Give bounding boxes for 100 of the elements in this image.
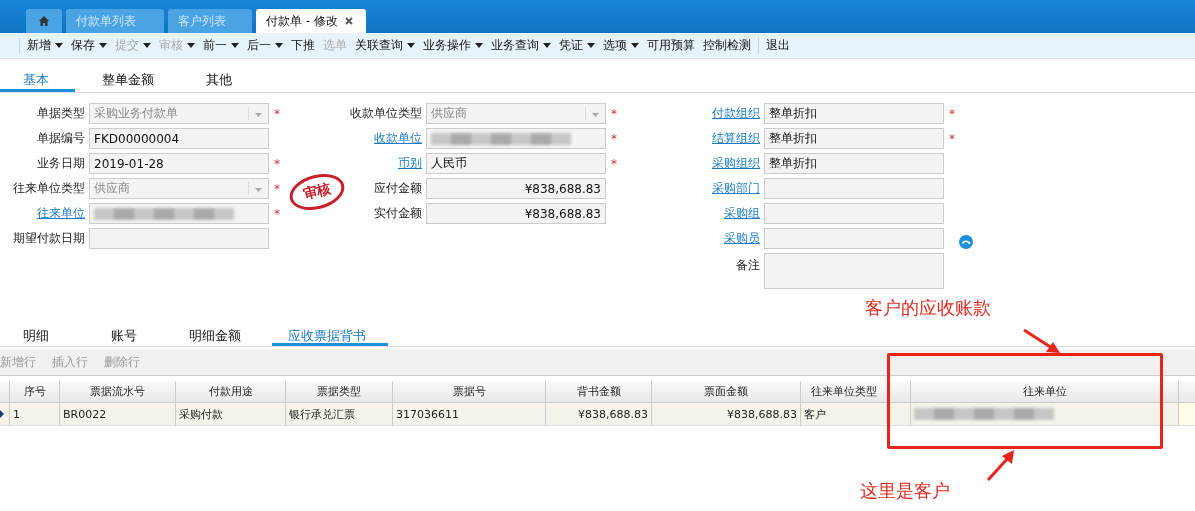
- field-label: 期望付款日期: [13, 231, 85, 245]
- tab[interactable]: 账号: [88, 324, 166, 346]
- field-label: 单据类型: [37, 106, 85, 120]
- input-field[interactable]: 人民币: [426, 153, 606, 174]
- column-header[interactable]: 序号: [9, 381, 59, 402]
- caret-icon: [592, 113, 599, 117]
- input-field[interactable]: [89, 203, 269, 224]
- required-mark: *: [949, 131, 955, 146]
- column-header[interactable]: 票据流水号: [59, 381, 175, 402]
- tab[interactable]: 整单金额: [75, 68, 183, 92]
- annotation-text: 这里是客户: [860, 479, 950, 503]
- input-field[interactable]: ¥838,688.83: [426, 203, 606, 224]
- caret-icon: [587, 43, 595, 48]
- field-link[interactable]: 收款单位: [374, 131, 422, 145]
- window-tab[interactable]: 付款单 - 修改: [256, 9, 366, 33]
- arrow: [1023, 328, 1060, 353]
- caret-icon: [407, 43, 415, 48]
- field-label: 实付金额: [374, 206, 422, 220]
- text-area[interactable]: [764, 253, 944, 289]
- column-header[interactable]: 付款用途: [175, 381, 285, 402]
- table-cell: 银行承兑汇票: [285, 403, 392, 425]
- caret-icon: [55, 43, 63, 48]
- caret-icon: [475, 43, 483, 48]
- table-cell: BR0022: [59, 403, 175, 425]
- field-link[interactable]: 往来单位: [37, 206, 85, 220]
- required-mark: *: [949, 106, 955, 121]
- input-field[interactable]: [764, 228, 944, 249]
- toolbar-button[interactable]: 保存: [67, 37, 111, 54]
- input-field[interactable]: 整单折扣: [764, 103, 944, 124]
- required-mark: *: [274, 181, 280, 196]
- table-cell: 采购付款: [175, 403, 285, 425]
- home-icon: [38, 15, 50, 27]
- input-field[interactable]: [89, 228, 269, 249]
- tab[interactable]: 明细金额: [166, 324, 272, 346]
- field-link[interactable]: 采购员: [724, 231, 760, 245]
- toolbar-button[interactable]: 可用预算: [643, 37, 699, 54]
- column-header[interactable]: 票面金额: [651, 381, 800, 402]
- field-label: 备注: [736, 258, 760, 272]
- input-field[interactable]: 整单折扣: [764, 128, 944, 149]
- field-link[interactable]: 付款组织: [712, 106, 760, 120]
- field-label: 往来单位类型: [13, 181, 85, 195]
- input-field[interactable]: [764, 203, 944, 224]
- field-label: 单据编号: [37, 131, 85, 145]
- table-cell: ¥838,688.83: [651, 403, 800, 425]
- toolbar-button[interactable]: 退出: [758, 37, 794, 54]
- tab[interactable]: 其他: [183, 68, 262, 92]
- field-label: 应付金额: [374, 181, 422, 195]
- field-link[interactable]: 采购组织: [712, 156, 760, 170]
- annotation-text: 客户的应收账款: [865, 296, 991, 320]
- input-field[interactable]: [426, 128, 606, 149]
- caret-icon: [255, 113, 262, 117]
- toolbar-button[interactable]: 凭证: [555, 37, 599, 54]
- tab[interactable]: 基本: [0, 68, 75, 92]
- field-label: 业务日期: [37, 156, 85, 170]
- input-field[interactable]: FKD00000004: [89, 128, 269, 149]
- caret-icon: [187, 43, 195, 48]
- required-mark: *: [274, 206, 280, 221]
- column-header[interactable]: 票据号: [392, 381, 545, 402]
- input-field[interactable]: [764, 178, 944, 199]
- column-header[interactable]: 往来单位类型: [800, 381, 910, 402]
- toolbar-button[interactable]: 下推: [287, 37, 319, 54]
- caret-icon: [99, 43, 107, 48]
- toolbar-button[interactable]: 新增: [23, 37, 67, 54]
- window-tab[interactable]: [26, 9, 62, 33]
- table-cell: ¥838,688.83: [545, 403, 651, 425]
- toolbar-button[interactable]: 前一: [199, 37, 243, 54]
- toolbar-button[interactable]: 关联查询: [351, 37, 419, 54]
- toolbar-button[interactable]: 业务操作: [419, 37, 487, 54]
- caret-icon: [631, 43, 639, 48]
- field-link[interactable]: 采购部门: [712, 181, 760, 195]
- required-mark: *: [611, 156, 617, 171]
- column-header[interactable]: 票据类型: [285, 381, 392, 402]
- column-header[interactable]: 往来单位: [910, 381, 1178, 402]
- toolbar-button[interactable]: 后一: [243, 37, 287, 54]
- toolbar-button[interactable]: 业务查询: [487, 37, 555, 54]
- caret-icon: [543, 43, 551, 48]
- caret-icon: [231, 43, 239, 48]
- field-link[interactable]: 币别: [398, 156, 422, 170]
- tab[interactable]: 明细: [0, 324, 88, 346]
- tab[interactable]: 应收票据背书: [272, 324, 388, 346]
- field-link[interactable]: 结算组织: [712, 131, 760, 145]
- arrow: [986, 450, 1014, 481]
- required-mark: *: [274, 156, 280, 171]
- required-mark: *: [611, 106, 617, 121]
- caret-icon: [143, 43, 151, 48]
- toolbar-button[interactable]: 控制检测: [699, 37, 755, 54]
- required-mark: *: [611, 131, 617, 146]
- caret-icon: [255, 188, 262, 192]
- table-cell: 317036611: [392, 403, 545, 425]
- close-icon: [343, 16, 354, 26]
- table-cell: 客户: [800, 403, 910, 425]
- input-field[interactable]: 2019-01-28: [89, 153, 269, 174]
- field-link[interactable]: 采购组: [724, 206, 760, 220]
- caret-icon: [275, 43, 283, 48]
- required-mark: *: [274, 106, 280, 121]
- input-field[interactable]: ¥838,688.83: [426, 178, 606, 199]
- input-field[interactable]: 整单折扣: [764, 153, 944, 174]
- field-label: 收款单位类型: [350, 106, 422, 120]
- toolbar-button[interactable]: 选项: [599, 37, 643, 54]
- column-header[interactable]: 背书金额: [545, 381, 651, 402]
